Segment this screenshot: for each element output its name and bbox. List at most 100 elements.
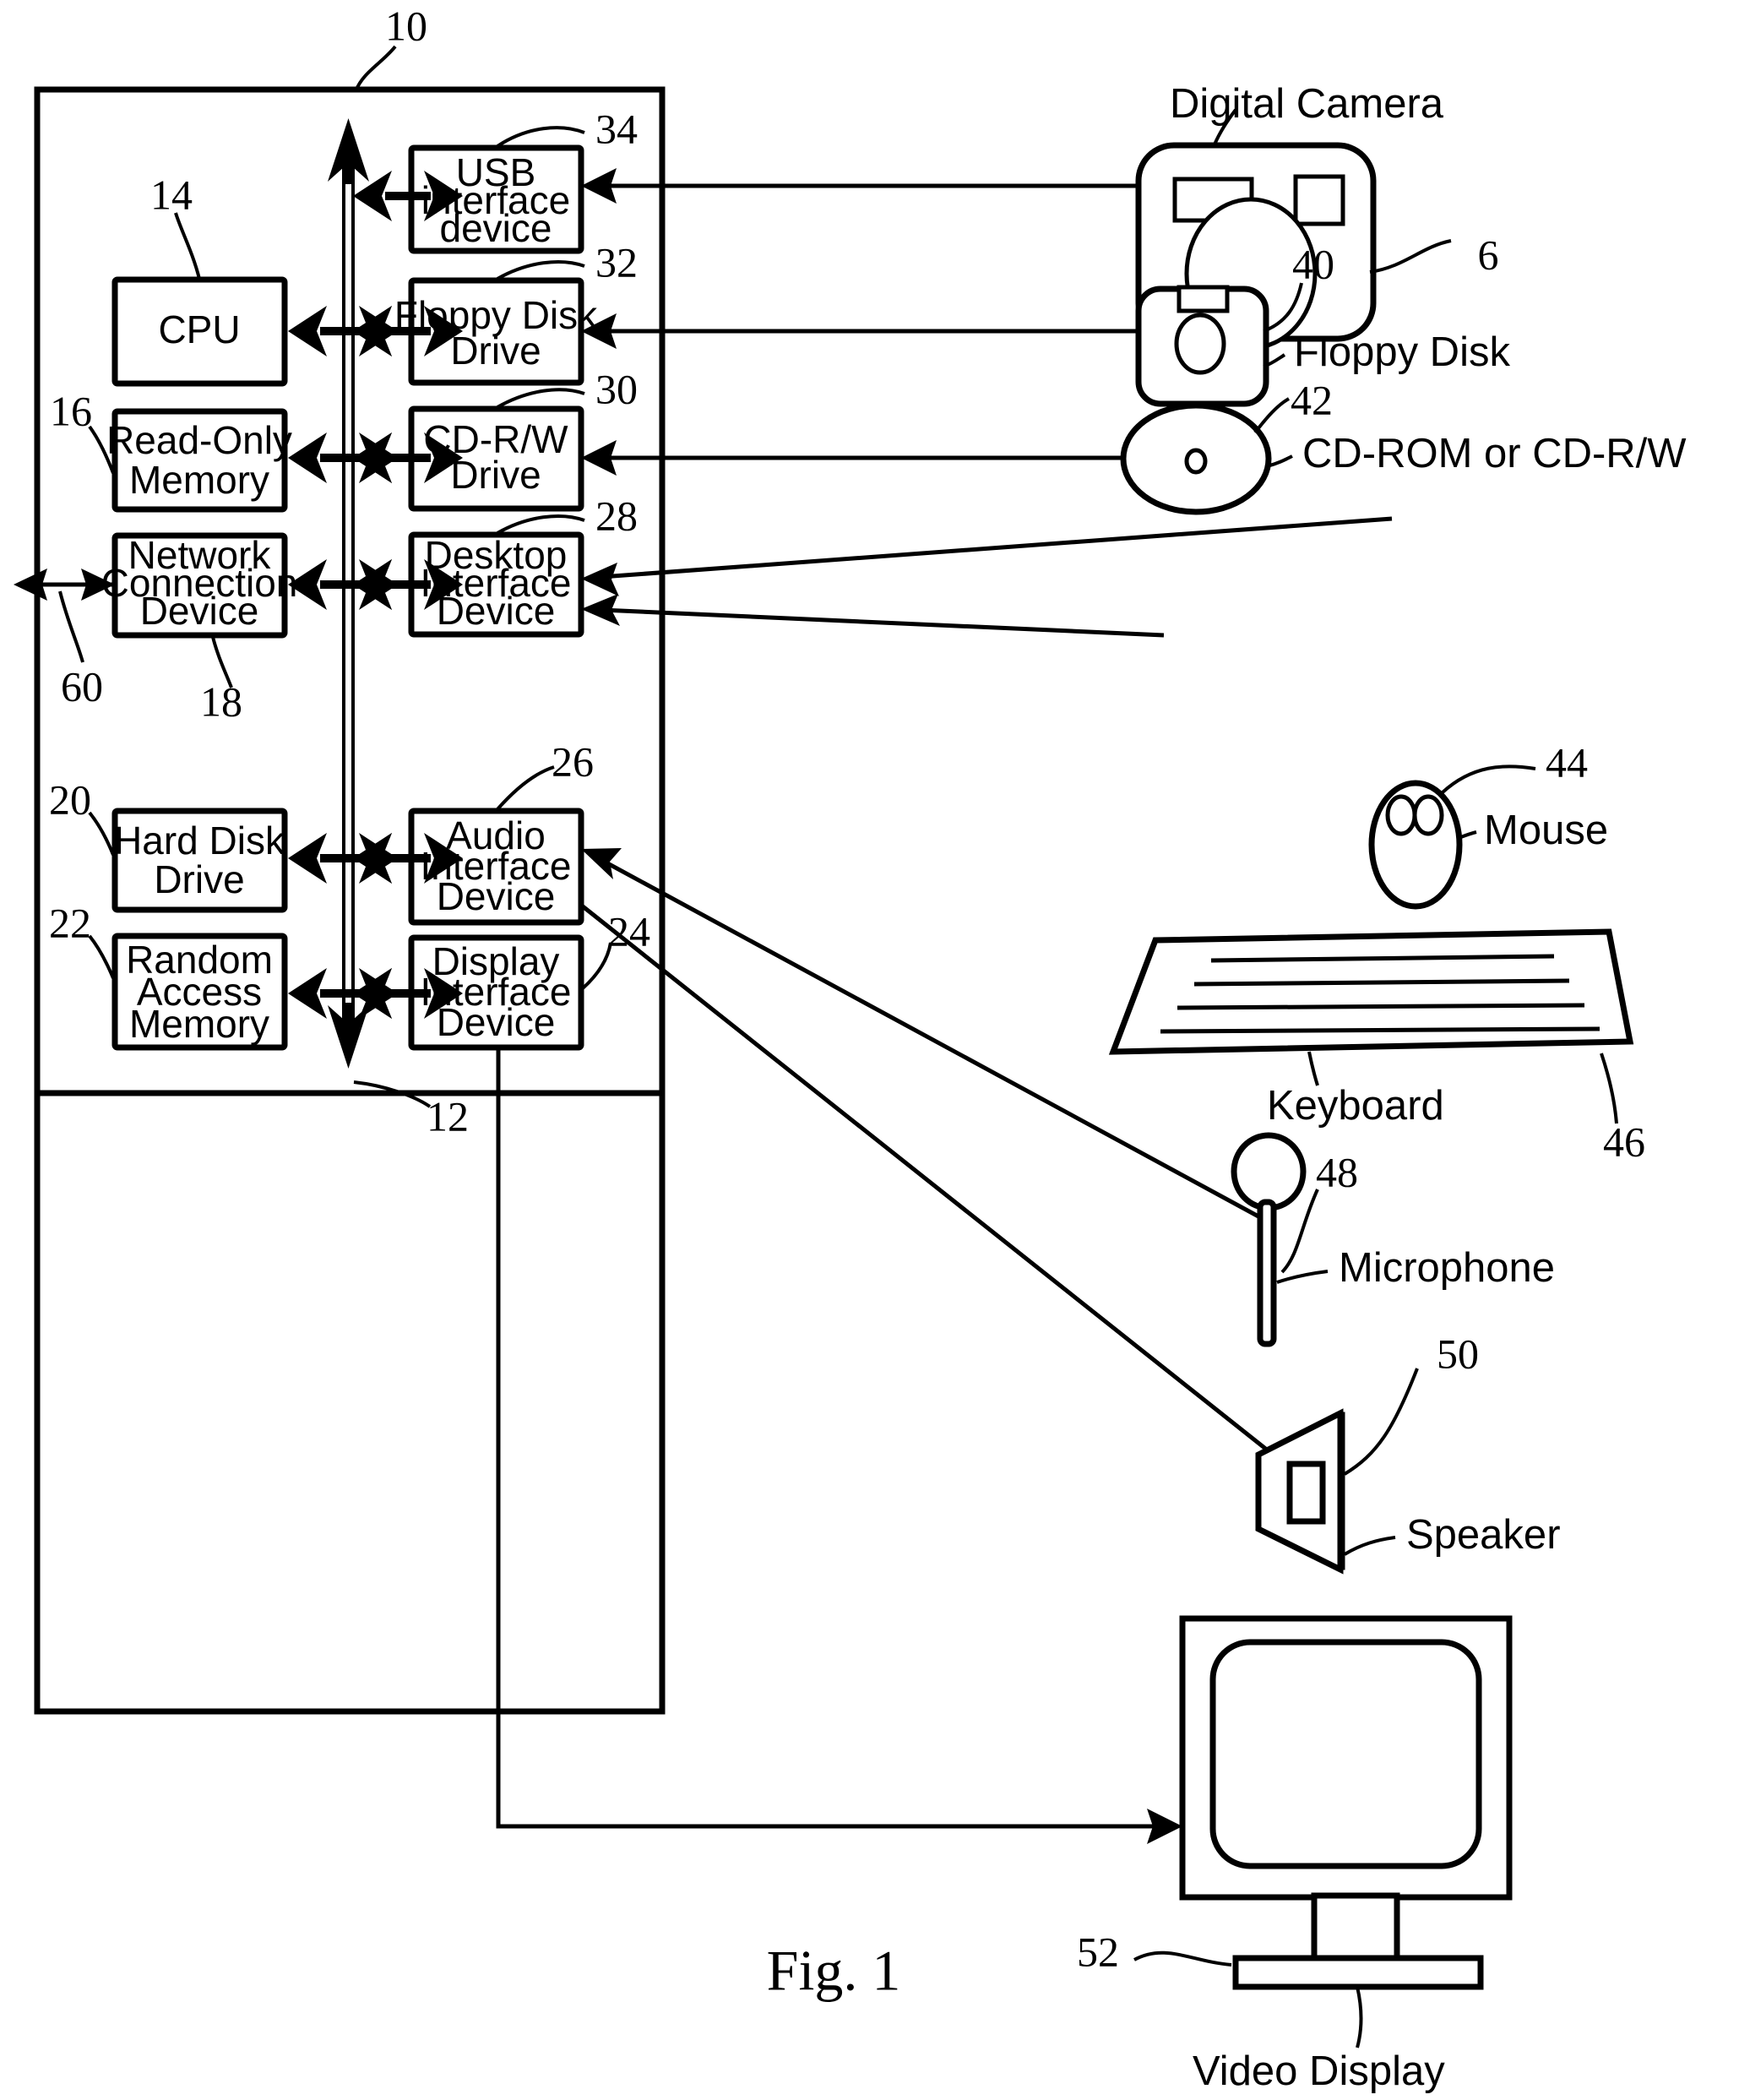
leader-26 — [496, 765, 555, 811]
microphone-label: Microphone — [1339, 1245, 1555, 1291]
link-display-to-monitor — [496, 1049, 1182, 1844]
microphone-head — [1231, 1132, 1307, 1211]
ref-40: 40 — [1292, 240, 1334, 287]
block-disp-label-3: Device — [437, 1000, 556, 1044]
ref-34: 34 — [595, 105, 638, 152]
keyboard-body — [1108, 928, 1634, 1055]
floppy-label: Floppy Disk — [1294, 329, 1510, 375]
block-usb-label-3: device — [440, 206, 552, 250]
block-hard-disk-drive[interactable]: Hard Disk Drive — [111, 808, 288, 913]
figure-1-svg: 10 12 CPU 14 Read-Only Memory 16 Network… — [14, 2, 1687, 2094]
speaker-magnet-icon — [1286, 1461, 1326, 1525]
ref-18: 18 — [200, 677, 242, 725]
mouse-body — [1368, 780, 1463, 910]
leader-6 — [1369, 239, 1452, 274]
cd-label: CD-ROM or CD-R/W — [1302, 431, 1687, 476]
keyboard-label: Keyboard — [1267, 1083, 1444, 1129]
monitor-screen — [1209, 1639, 1482, 1869]
monitor-neck — [1311, 1892, 1400, 1961]
leader-speaker-title — [1343, 1536, 1396, 1556]
camera-label: Digital Camera — [1170, 81, 1444, 127]
speaker-label: Speaker — [1406, 1512, 1561, 1558]
system-bus — [328, 118, 369, 1069]
block-read-only-memory[interactable]: Read-Only Memory — [106, 408, 292, 513]
leader-keyboard-title — [1307, 1051, 1319, 1086]
block-net-label-3: Device — [140, 589, 259, 633]
ref-26: 26 — [552, 737, 594, 785]
ref-22: 22 — [49, 899, 91, 946]
leader-50 — [1343, 1368, 1419, 1476]
leader-22 — [88, 934, 115, 979]
mouse-group[interactable] — [1368, 780, 1463, 910]
block-random-access-memory[interactable]: Random Access Memory — [111, 933, 288, 1051]
ref-32: 32 — [595, 238, 638, 286]
arrowhead-audio-mic-in — [581, 848, 622, 879]
mouse-button-right-icon — [1412, 794, 1444, 836]
leader-mic-title — [1276, 1270, 1329, 1284]
ref-60: 60 — [61, 662, 103, 710]
leader-42 — [1253, 397, 1291, 434]
ref-50: 50 — [1437, 1330, 1479, 1377]
peripheral-cd-disc[interactable] — [1120, 402, 1272, 515]
block-desk-label-3: Device — [437, 589, 556, 633]
ref-6: 6 — [1478, 231, 1499, 278]
leader-52 — [1133, 1950, 1232, 1967]
block-ram-label-3: Memory — [129, 1002, 269, 1046]
patent-figure-page: 10 12 CPU 14 Read-Only Memory 16 Network… — [0, 0, 1739, 2100]
leader-10 — [354, 45, 397, 92]
peripheral-video-display[interactable] — [1179, 1615, 1513, 1990]
ref-30: 30 — [595, 365, 638, 412]
leader-20 — [88, 811, 115, 856]
ref-42: 42 — [1291, 376, 1333, 423]
bus-arrowhead-up — [328, 118, 369, 184]
ref-52: 52 — [1077, 1928, 1119, 1975]
ref-46: 46 — [1603, 1118, 1645, 1165]
floppy-hub-icon — [1174, 313, 1226, 375]
peripheral-speaker[interactable] — [1255, 1408, 1345, 1575]
camera-flash-icon — [1293, 174, 1345, 226]
leader-44 — [1441, 764, 1536, 794]
leader-24 — [581, 942, 612, 990]
leader-monitor-title — [1356, 1986, 1363, 2048]
microphone-stem — [1257, 1199, 1277, 1347]
monitor-base — [1232, 1955, 1484, 1990]
ref-16: 16 — [50, 387, 92, 434]
block-rom-label-1: Read-Only — [106, 418, 292, 462]
keyboard-row-4-icon — [1160, 1026, 1600, 1034]
block-cdrw-label-2: Drive — [450, 453, 541, 497]
peripheral-microphone[interactable] — [1231, 1132, 1307, 1347]
arrowhead-desktop-mouse-in — [581, 563, 619, 596]
cd-hub-icon — [1184, 448, 1208, 475]
ref-14: 14 — [150, 171, 193, 218]
peripheral-keyboard[interactable] — [1108, 928, 1634, 1055]
figure-caption: Fig. 1 — [767, 1939, 901, 2003]
block-audio-label-3: Device — [437, 874, 556, 918]
ref-10: 10 — [385, 2, 427, 49]
block-hdd-label-1: Hard Disk — [114, 819, 285, 862]
leader-28 — [497, 514, 585, 535]
keyboard-row-3-icon — [1177, 1003, 1585, 1010]
block-cpu-label: CPU — [158, 307, 240, 351]
block-rom-label-2: Memory — [129, 458, 269, 502]
leader-14 — [174, 212, 201, 280]
leader-46 — [1600, 1053, 1618, 1124]
leader-34 — [496, 126, 585, 148]
block-hdd-label-2: Drive — [154, 857, 244, 901]
leader-32 — [497, 260, 585, 280]
network-external-link — [14, 569, 115, 601]
ref-44: 44 — [1546, 738, 1588, 786]
link-keyboard-to-desktop — [581, 594, 1165, 638]
block-fdd-label-2: Drive — [450, 329, 541, 373]
block-cpu[interactable]: CPU — [111, 276, 288, 387]
leader-60 — [58, 590, 84, 663]
ref-48: 48 — [1316, 1148, 1358, 1195]
block-network-connection-device[interactable]: Network Connection Device — [101, 532, 298, 639]
floppy-shutter-icon — [1177, 285, 1230, 313]
mouse-button-left-icon — [1385, 794, 1417, 836]
link-mouse-to-desktop — [581, 516, 1393, 596]
monitor-label: Video Display — [1193, 2048, 1445, 2094]
ref-12: 12 — [427, 1092, 469, 1140]
peripheral-floppy-disk[interactable] — [1135, 285, 1269, 407]
ref-20: 20 — [49, 775, 91, 823]
mouse-label: Mouse — [1484, 808, 1608, 853]
